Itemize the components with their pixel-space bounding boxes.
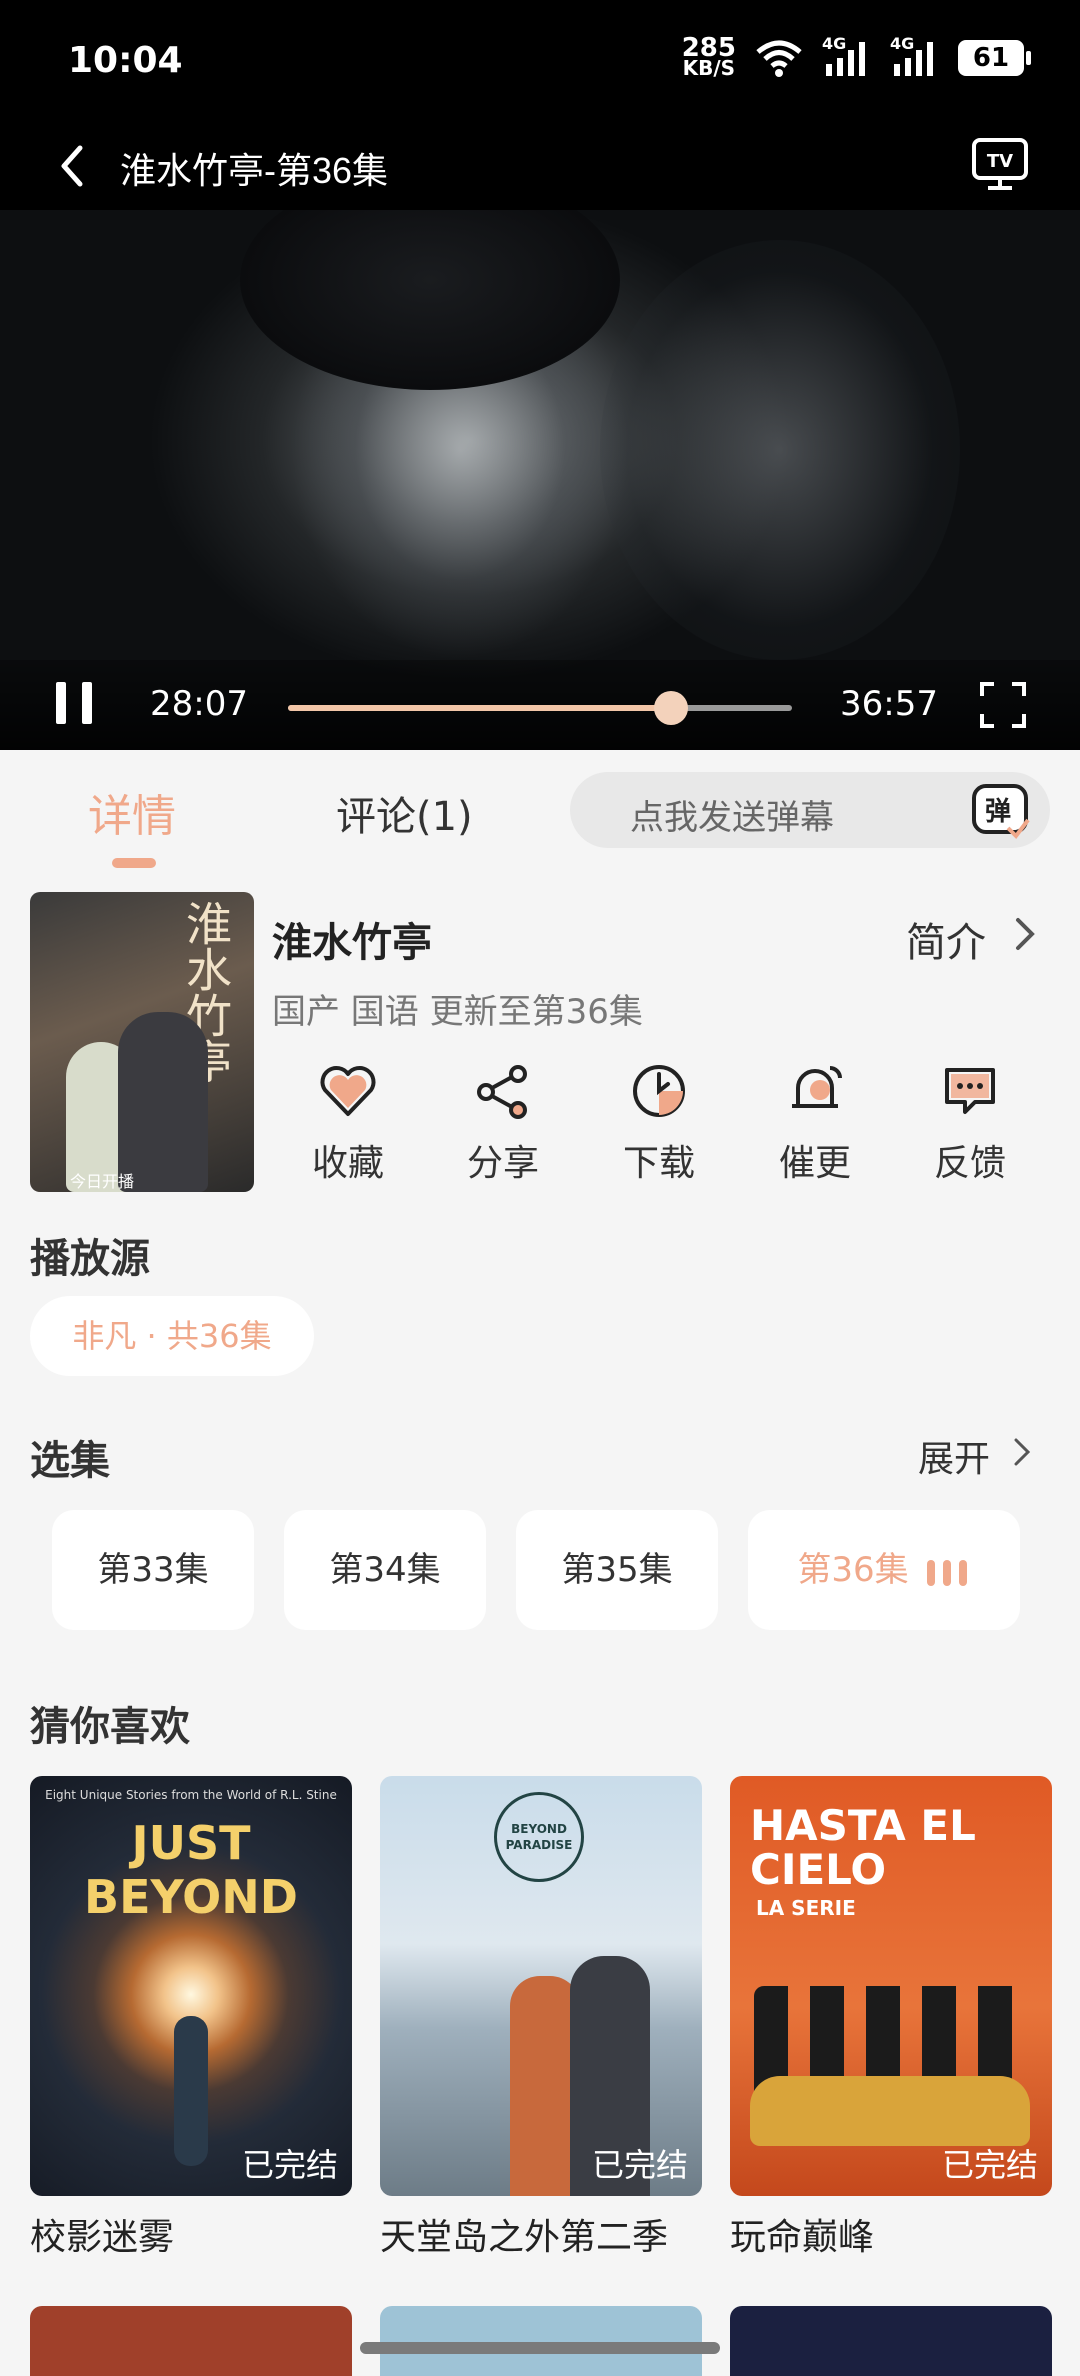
svg-text:TV: TV [987, 151, 1013, 172]
source-chip[interactable]: 非凡 · 共36集 [30, 1296, 314, 1376]
fullscreen-icon[interactable] [978, 680, 1028, 730]
recommend-card[interactable]: BEYOND PARADISE 已完结 [380, 1776, 702, 2196]
status-badge: 已完结 [941, 2146, 1038, 2184]
now-playing-icon [923, 1512, 971, 1632]
poster-figure [174, 2016, 208, 2166]
show-meta: 国产 国语 更新至第36集 [272, 992, 643, 1032]
show-poster[interactable]: 淮水竹亭 今日开播 [30, 892, 254, 1192]
status-badge: 已完结 [591, 2146, 688, 2184]
player-controls: 28:07 36:57 [0, 660, 1080, 750]
wifi-icon [756, 40, 802, 77]
source-section-title: 播放源 [30, 1236, 150, 1282]
recommend-section-title: 猜你喜欢 [30, 1704, 190, 1750]
status-icons: 285 KB/S 4G 4G 61 [681, 33, 1031, 80]
poster-title: JUST BEYOND [84, 1816, 298, 1924]
status-badge: 已完结 [241, 2146, 338, 2184]
tab-indicator [112, 858, 156, 868]
poster-tagline: Eight Unique Stories from the World of R… [45, 1788, 337, 1802]
poster-figure [118, 1012, 208, 1192]
recommend-card-title[interactable]: 校影迷雾 [30, 2208, 174, 2260]
tab-comments[interactable]: 评论(1) [336, 784, 473, 842]
episode-button-36[interactable]: 第36集 [748, 1510, 1020, 1630]
signal-icon [826, 42, 865, 76]
recommend-card[interactable]: Eight Unique Stories from the World of R… [30, 1776, 352, 2196]
progress-bar[interactable] [288, 691, 792, 725]
poster-title: HASTA EL CIELO [750, 1801, 976, 1894]
svg-text:弹: 弹 [985, 797, 1011, 827]
poster-title: BEYOND PARADISE [494, 1792, 584, 1882]
back-icon[interactable] [44, 136, 104, 196]
danmaku-input[interactable]: 点我发送弹幕 弹 [570, 772, 1050, 848]
title-bar: 淮水竹亭-第36集 TV [0, 130, 1080, 210]
intro-link[interactable]: 简介 [906, 910, 986, 968]
tab-details[interactable]: 详情 [88, 780, 176, 844]
status-bar: 10:04 285 KB/S 4G 4G 61 [0, 0, 1080, 130]
cell-signal-1: 4G [822, 34, 872, 78]
danmaku-toggle-icon[interactable]: 弹 [968, 778, 1032, 842]
feedback-icon [945, 1068, 995, 1114]
recommend-card[interactable]: HASTA EL CIELO LA SERIE 已完结 [730, 1776, 1052, 2196]
download-icon [633, 1065, 685, 1117]
recommend-card-peek[interactable] [380, 2306, 702, 2376]
download-button[interactable]: 下载 [599, 1060, 719, 1190]
pause-bar [56, 682, 66, 724]
status-time: 10:04 [68, 40, 183, 81]
poster-car [750, 2076, 1030, 2146]
signal-icon [894, 42, 933, 76]
episodes-section-title: 选集 [30, 1438, 110, 1484]
episodes-expand-link[interactable]: 展开 [918, 1430, 990, 1482]
recommend-card-peek[interactable] [30, 2306, 352, 2376]
show-title: 淮水竹亭 [272, 920, 432, 966]
feedback-button[interactable]: 反馈 [910, 1060, 1030, 1190]
video-title: 淮水竹亭-第36集 [120, 150, 389, 191]
battery-icon: 61 [958, 40, 1031, 76]
episode-button-35[interactable]: 第35集 [516, 1510, 718, 1630]
cell-signal-2: 4G [890, 34, 940, 78]
chevron-right-icon[interactable] [1010, 912, 1040, 956]
chevron-right-icon[interactable] [1010, 1432, 1036, 1472]
progress-fill [288, 705, 672, 711]
home-indicator[interactable] [360, 2342, 720, 2354]
total-time: 36:57 [840, 684, 938, 724]
remind-update-button[interactable]: 催更 [755, 1060, 875, 1190]
bell-icon [792, 1066, 842, 1108]
episode-button-33[interactable]: 第33集 [52, 1510, 254, 1630]
pause-button[interactable] [52, 680, 98, 726]
network-speed: 285 KB/S [681, 33, 736, 80]
tv-cast-icon[interactable]: TV [970, 136, 1030, 192]
danmaku-placeholder: 点我发送弹幕 [630, 798, 834, 838]
progress-thumb[interactable] [654, 691, 689, 725]
recommend-card-title[interactable]: 天堂岛之外第二季 [380, 2208, 668, 2260]
current-time: 28:07 [150, 684, 248, 724]
heart-icon [320, 1066, 376, 1116]
recommend-card-peek[interactable] [730, 2306, 1052, 2376]
episode-label: 第36集 [797, 1550, 909, 1590]
episode-button-34[interactable]: 第34集 [284, 1510, 486, 1630]
pause-bar [82, 682, 92, 724]
poster-badge: 今日开播 [70, 1172, 135, 1191]
share-icon [477, 1065, 527, 1119]
detail-tabs: 详情 评论(1) 点我发送弹幕 弹 [0, 750, 1080, 870]
share-button[interactable]: 分享 [443, 1060, 563, 1190]
favorite-button[interactable]: 收藏 [288, 1060, 408, 1190]
poster-subtitle: LA SERIE [756, 1896, 856, 1920]
recommend-card-title[interactable]: 玩命巅峰 [730, 2208, 874, 2260]
